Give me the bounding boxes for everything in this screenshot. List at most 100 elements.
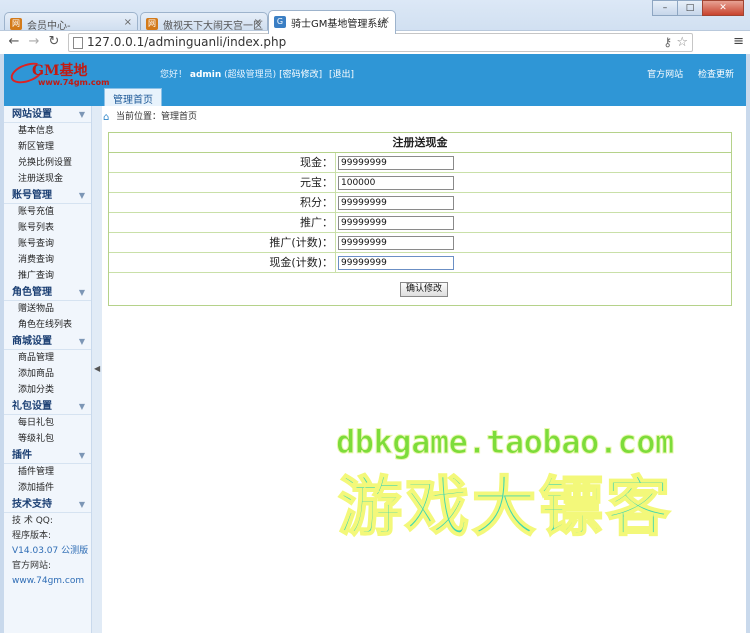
- field-cell: [335, 253, 733, 273]
- sidebar-item-daily-pack[interactable]: 每日礼包: [4, 415, 91, 431]
- check-update-link[interactable]: 检查更新: [698, 70, 734, 80]
- address-bar[interactable]: 127.0.0.1/adminguanli/index.php ⚷ ☆: [68, 33, 693, 52]
- promotion-count-input[interactable]: [338, 236, 454, 250]
- promotion-input[interactable]: [338, 216, 454, 230]
- field-cell: [335, 193, 733, 213]
- sidebar-group-shop[interactable]: 商城设置 ▼: [4, 334, 91, 350]
- breadcrumb-label: 当前位置：: [116, 112, 162, 122]
- form-row-promotion: 推广：: [109, 213, 731, 233]
- field-label: 积分：: [300, 196, 333, 209]
- form-title: 注册送现金: [109, 133, 731, 153]
- tab-close-icon[interactable]: ×: [124, 17, 132, 28]
- official-site-url[interactable]: www.74gm.com: [4, 575, 91, 588]
- change-password-link[interactable]: [密码修改]: [279, 70, 322, 80]
- field-cell: [335, 153, 733, 173]
- logo-text: GM基地: [32, 63, 88, 79]
- chevron-down-icon: ▼: [78, 451, 85, 460]
- sidebar-item-level-pack[interactable]: 等级礼包: [4, 431, 91, 447]
- sidebar-item-add-category[interactable]: 添加分类: [4, 382, 91, 398]
- confirm-modify-button[interactable]: 确认修改: [400, 282, 449, 297]
- sidebar-group-site-settings[interactable]: 网站设置 ▼: [4, 107, 91, 123]
- forward-arrow-icon[interactable]: →: [26, 34, 42, 50]
- sidebar-item-add-goods[interactable]: 添加商品: [4, 366, 91, 382]
- sidebar-splitter[interactable]: ◀: [92, 106, 102, 633]
- sidebar-group-title: 插件: [12, 450, 32, 461]
- browser-chrome: 网 会员中心- × 网 傲视天下大闹天宫一区 × G 骑士GM基地管理系统 × …: [0, 0, 750, 54]
- tab-admin-home[interactable]: 管理首页: [104, 88, 162, 106]
- collapse-arrow-icon[interactable]: ◀: [94, 364, 100, 373]
- tab-title: 骑士GM基地管理系统: [291, 19, 388, 30]
- sidebar-item-online-roles[interactable]: 角色在线列表: [4, 317, 91, 333]
- browser-tab-3-active[interactable]: G 骑士GM基地管理系统 ×: [268, 10, 396, 34]
- form-row-cash-count: 现金(计数)：: [109, 253, 731, 273]
- window-controls: – □ ✕: [652, 0, 744, 18]
- back-arrow-icon[interactable]: ←: [6, 34, 22, 50]
- maximize-icon[interactable]: □: [677, 0, 703, 16]
- cash-count-input[interactable]: [338, 256, 454, 270]
- version-value: V14.03.07 公测版: [12, 546, 89, 556]
- chevron-down-icon: ▼: [78, 337, 85, 346]
- version-label: 程序版本:: [12, 531, 52, 541]
- browser-menu-icon[interactable]: ≡: [733, 34, 744, 49]
- sidebar-group-title: 商城设置: [12, 336, 52, 347]
- sidebar-group-title: 礼包设置: [12, 401, 52, 412]
- sidebar-item-gift-items[interactable]: 赠送物品: [4, 301, 91, 317]
- tab-close-icon[interactable]: ×: [254, 17, 262, 28]
- watermark-text: 游戏大镖客: [337, 470, 673, 546]
- breadcrumb: ⌂ 当前位置：管理首页: [102, 110, 197, 126]
- app-header: GM基地 www.74gm.com 您好！ admin (超级管理员) [密码修…: [4, 54, 746, 106]
- sidebar-item-spend-query[interactable]: 消费查询: [4, 252, 91, 268]
- window-close-icon[interactable]: ✕: [702, 0, 744, 16]
- points-input[interactable]: [338, 196, 454, 210]
- sidebar-item-exchange-ratio[interactable]: 兑换比例设置: [4, 155, 91, 171]
- site-favicon-icon: G: [274, 16, 286, 28]
- sidebar-item-account-recharge[interactable]: 账号充值: [4, 204, 91, 220]
- sidebar-item-account-list[interactable]: 账号列表: [4, 220, 91, 236]
- sidebar-item-goods-manage[interactable]: 商品管理: [4, 350, 91, 366]
- field-label: 元宝：: [300, 176, 333, 189]
- field-label: 推广(计数)：: [269, 236, 333, 249]
- sidebar-group-accounts[interactable]: 账号管理 ▼: [4, 188, 91, 204]
- official-site-link[interactable]: 官方网站: [647, 70, 683, 80]
- site-logo: GM基地 www.74gm.com: [7, 56, 118, 90]
- address-url: 127.0.0.1/adminguanli/index.php: [87, 35, 287, 49]
- support-qq: 技 术 QQ:: [12, 516, 53, 526]
- tab-close-icon[interactable]: ×: [382, 15, 390, 26]
- logout-link[interactable]: [退出]: [329, 70, 354, 80]
- sidebar-group-plugins[interactable]: 插件 ▼: [4, 448, 91, 464]
- field-cell: [335, 213, 733, 233]
- sidebar-group-giftpacks[interactable]: 礼包设置 ▼: [4, 399, 91, 415]
- bookmark-star-icon[interactable]: ☆: [676, 34, 688, 51]
- cash-input[interactable]: [338, 156, 454, 170]
- minimize-icon[interactable]: –: [652, 0, 678, 16]
- breadcrumb-current: 管理首页: [161, 112, 198, 122]
- official-site-label: 官方网站:: [12, 561, 52, 571]
- field-cell: [335, 233, 733, 253]
- yuanbao-input[interactable]: [338, 176, 454, 190]
- tab-strip: 网 会员中心- × 网 傲视天下大闹天宫一区 × G 骑士GM基地管理系统 ×: [4, 8, 664, 34]
- sidebar-item-plugin-manage[interactable]: 插件管理: [4, 464, 91, 480]
- chevron-down-icon: ▼: [78, 500, 85, 509]
- sidebar-group-title: 网站设置: [12, 109, 52, 120]
- field-label: 推广：: [300, 216, 333, 229]
- field-label: 现金：: [300, 156, 333, 169]
- main-content: ⌂ 当前位置：管理首页 注册送现金 现金： 元宝： 积分： 推广： 推广(计数)…: [102, 106, 746, 633]
- sidebar-item-basic-info[interactable]: 基本信息: [4, 123, 91, 139]
- sidebar-item-promo-query[interactable]: 推广查询: [4, 268, 91, 284]
- reload-icon[interactable]: ↻: [46, 34, 62, 50]
- field-cell: [335, 173, 733, 193]
- sidebar-item-server-manage[interactable]: 新区管理: [4, 139, 91, 155]
- username: admin: [189, 70, 222, 80]
- sidebar-item-register-cash[interactable]: 注册送现金: [4, 171, 91, 187]
- sidebar-item-account-query[interactable]: 账号查询: [4, 236, 91, 252]
- header-links: 官方网站 检查更新: [635, 67, 734, 80]
- sidebar-group-support[interactable]: 技术支持 ▼: [4, 497, 91, 513]
- home-icon: ⌂: [103, 112, 110, 123]
- form-row-cash: 现金：: [109, 153, 731, 173]
- sidebar-item-add-plugin[interactable]: 添加插件: [4, 480, 91, 496]
- form-row-points: 积分：: [109, 193, 731, 213]
- chevron-down-icon: ▼: [78, 110, 85, 119]
- sidebar-group-roles[interactable]: 角色管理 ▼: [4, 285, 91, 301]
- form-actions: 确认修改: [109, 273, 731, 305]
- key-icon[interactable]: ⚷: [663, 34, 672, 51]
